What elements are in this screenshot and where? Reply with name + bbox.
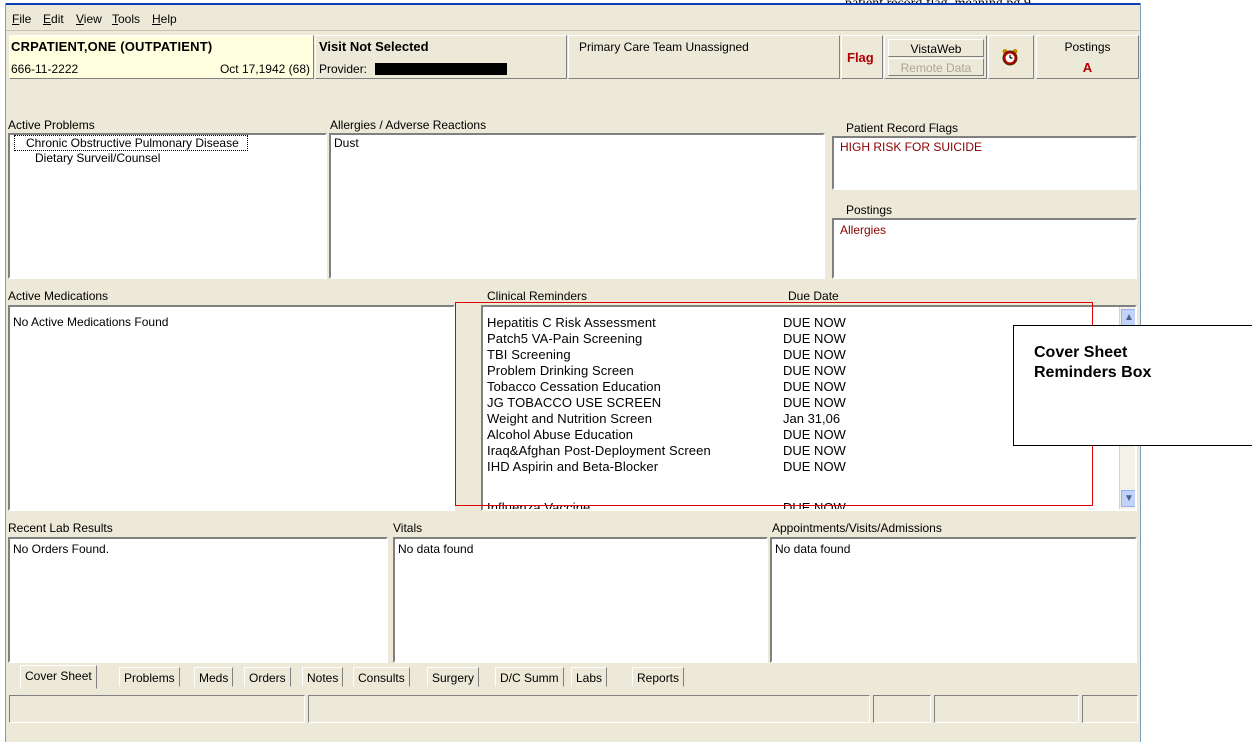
primary-care-team-label: Primary Care Team Unassigned: [579, 40, 749, 54]
active-problems-label: Active Problems: [8, 118, 95, 132]
status-panel: [873, 695, 931, 723]
appointments-list[interactable]: No data found: [770, 537, 1137, 663]
visit-select-button[interactable]: Visit Not Selected Provider:: [315, 35, 567, 79]
patient-record-flags-list[interactable]: HIGH RISK FOR SUICIDE: [832, 136, 1137, 190]
menu-tools[interactable]: Tools: [112, 12, 140, 26]
tab-surgery[interactable]: Surgery: [427, 667, 480, 687]
postings-list[interactable]: Allergies: [832, 218, 1137, 279]
list-item[interactable]: Allergies: [840, 223, 886, 237]
list-item[interactable]: Chronic Obstructive Pulmonary Disease: [14, 135, 248, 151]
tab-cover-sheet[interactable]: Cover Sheet: [20, 665, 97, 689]
status-panel: [308, 695, 870, 723]
scroll-up-icon[interactable]: ▲: [1121, 309, 1135, 326]
list-item[interactable]: No data found: [775, 542, 850, 556]
tab-consults[interactable]: Consults: [353, 667, 410, 687]
patient-dob: Oct 17,1942 (68): [219, 62, 310, 76]
list-item[interactable]: HIGH RISK FOR SUICIDE: [840, 140, 982, 154]
visit-title: Visit Not Selected: [319, 39, 429, 54]
provider-label: Provider:: [319, 62, 368, 76]
postings-button-label: Postings: [1064, 40, 1111, 54]
clinical-reminders-label: Clinical Reminders: [487, 289, 588, 303]
window-title-edge: [6, 3, 1140, 5]
patient-select-button[interactable]: CRPATIENT,ONE (OUTPATIENT) 666-11-2222 O…: [9, 35, 314, 79]
menu-view[interactable]: View: [76, 12, 102, 26]
appointments-label: Appointments/Visits/Admissions: [772, 521, 942, 535]
callout-box: Cover Sheet Reminders Box: [1013, 325, 1252, 446]
list-item[interactable]: No data found: [398, 542, 473, 556]
status-panel: [934, 695, 1079, 723]
vistaweb-button[interactable]: VistaWeb: [888, 39, 984, 57]
tab-labs[interactable]: Labs: [571, 667, 608, 687]
recent-labs-list[interactable]: No Orders Found.: [8, 537, 388, 663]
remote-data-button[interactable]: Remote Data: [888, 58, 984, 76]
tab-orders[interactable]: Orders: [244, 667, 291, 687]
menu-help[interactable]: Help: [152, 12, 177, 26]
primary-care-team-button[interactable]: Primary Care Team Unassigned: [568, 35, 840, 79]
menu-bar: File Edit View Tools Help: [6, 8, 1140, 31]
recent-labs-label: Recent Lab Results: [8, 521, 113, 535]
alarm-clock-icon: [1002, 49, 1018, 66]
active-medications-list[interactable]: No Active Medications Found: [8, 305, 455, 511]
list-item[interactable]: Dust: [334, 136, 359, 150]
allergies-label: Allergies / Adverse Reactions: [330, 118, 487, 132]
patient-record-flags-label: Patient Record Flags: [846, 121, 959, 135]
vitals-list[interactable]: No data found: [393, 537, 768, 663]
menu-edit[interactable]: Edit: [43, 12, 64, 26]
status-panel: [9, 695, 305, 723]
tab-notes[interactable]: Notes: [302, 667, 344, 687]
chart-tabs: Cover Sheet Problems Meds Orders Notes C…: [6, 665, 1140, 689]
active-problems-list[interactable]: Chronic Obstructive Pulmonary Disease Di…: [8, 133, 327, 279]
due-date-label: Due Date: [788, 289, 839, 303]
tab-problems[interactable]: Problems: [119, 667, 180, 687]
allergies-list[interactable]: Dust: [329, 133, 825, 279]
postings-button[interactable]: Postings A: [1036, 35, 1139, 79]
postings-code: A: [1082, 60, 1093, 75]
scroll-down-icon[interactable]: ▼: [1121, 490, 1135, 507]
vitals-label: Vitals: [393, 521, 423, 535]
list-item[interactable]: No Orders Found.: [13, 542, 109, 556]
tab-meds[interactable]: Meds: [194, 667, 234, 687]
patient-name: CRPATIENT,ONE (OUTPATIENT): [11, 39, 213, 54]
menu-file[interactable]: File: [12, 12, 31, 26]
tab-dc-summ[interactable]: D/C Summ: [495, 667, 564, 687]
callout-text: Cover Sheet Reminders Box: [1034, 344, 1152, 381]
patient-ssn: 666-11-2222: [11, 62, 79, 76]
postings-section-label: Postings: [846, 203, 893, 217]
reminders-highlight-box: [455, 302, 1093, 506]
flag-label: Flag: [847, 50, 874, 65]
list-item[interactable]: No Active Medications Found: [13, 315, 168, 329]
active-medications-label: Active Medications: [8, 289, 109, 303]
status-panel: [1082, 695, 1138, 723]
remote-data-panel: VistaWeb Remote Data: [884, 35, 987, 79]
provider-redaction: [375, 63, 507, 75]
flag-button[interactable]: Flag: [841, 35, 883, 79]
tab-reports[interactable]: Reports: [632, 667, 685, 687]
reminders-clock-button[interactable]: [988, 35, 1034, 79]
list-item[interactable]: Dietary Surveil/Counsel: [35, 151, 160, 165]
